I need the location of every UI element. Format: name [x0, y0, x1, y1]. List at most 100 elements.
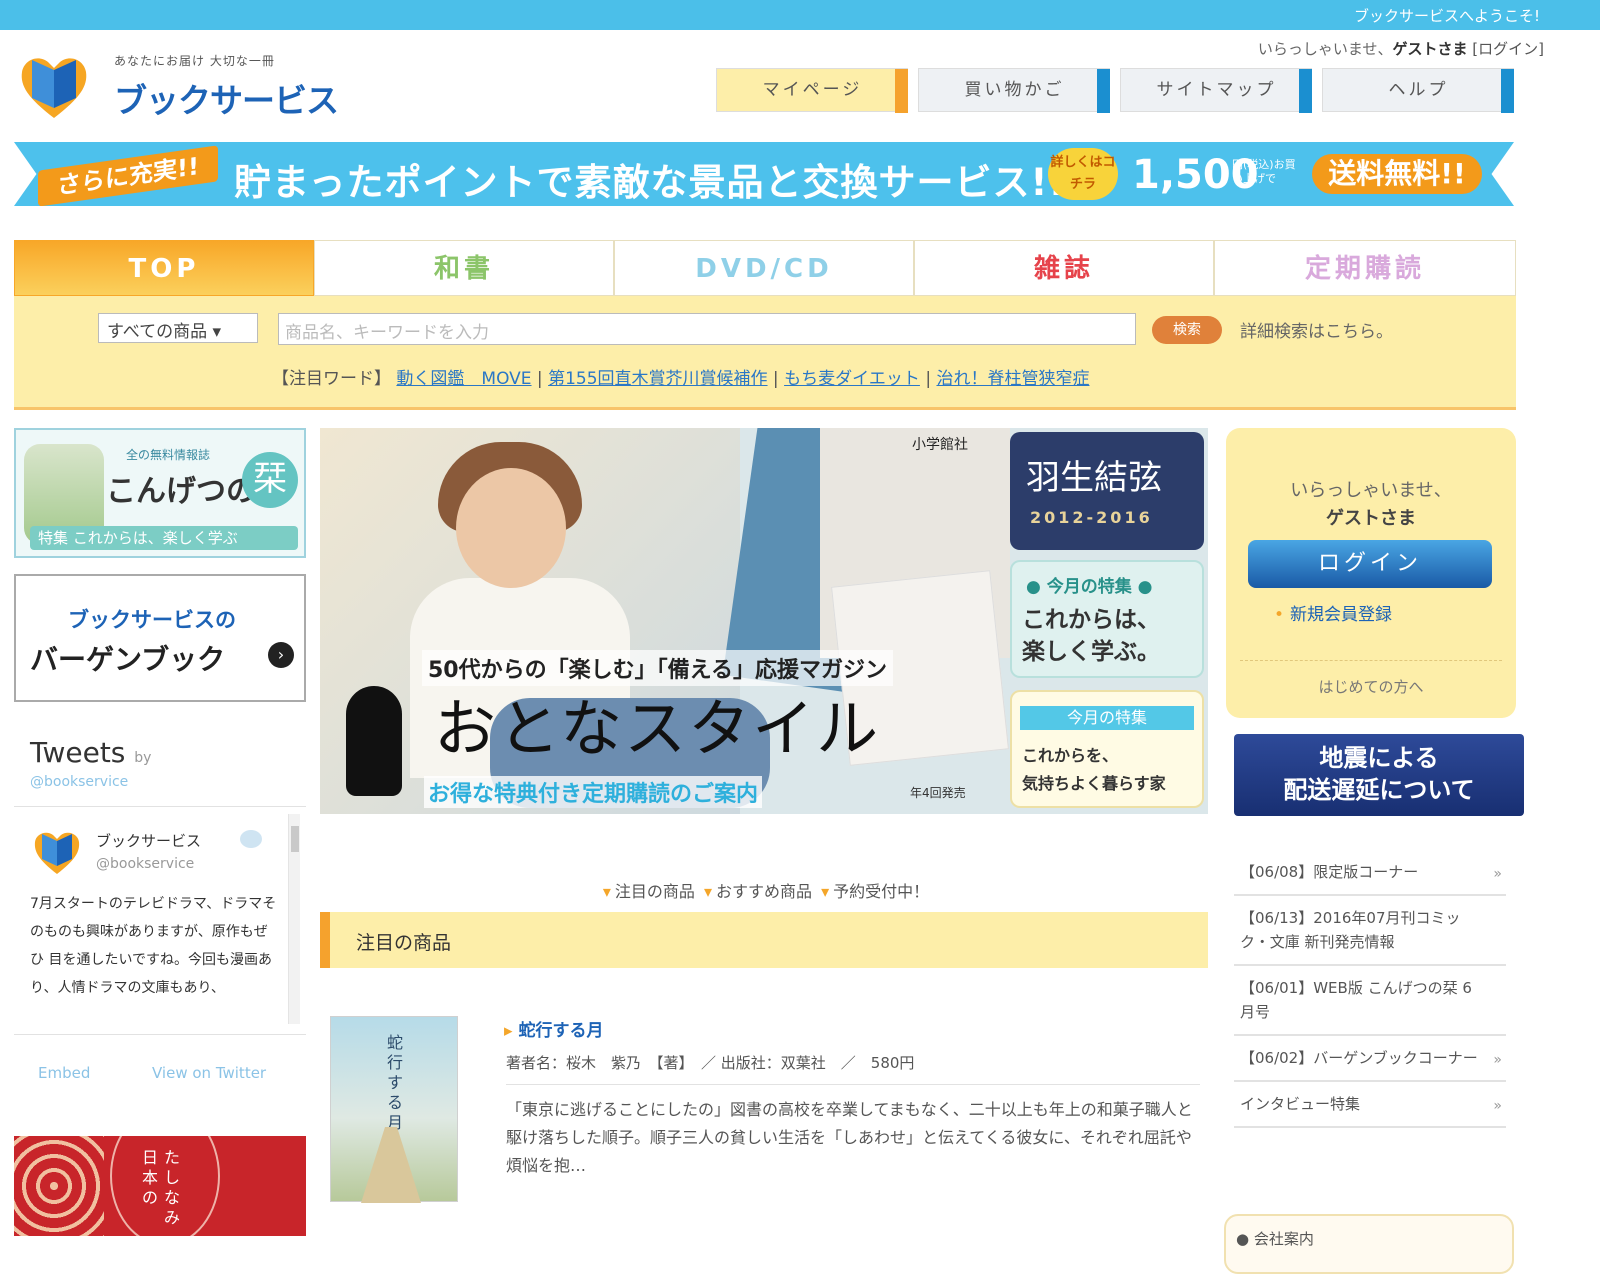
feature-panel[interactable]: ● 今月の特集 ● これからは、 楽しく学ぶ。: [1010, 560, 1204, 678]
news-item[interactable]: 【06/13】2016年07月刊コミック・文庫 新刊発売情報: [1234, 896, 1506, 966]
avatar: [34, 832, 80, 874]
feature-panel-2[interactable]: 今月の特集 これからを、 気持ちよく暮らす家: [1010, 690, 1204, 808]
panel-line2: 気持ちよく暮らす家: [1022, 774, 1166, 793]
cover-title: 蛇行する月: [387, 1033, 404, 1132]
nav-help[interactable]: ヘルプ: [1322, 68, 1514, 113]
banner-badge: 詳しくはコチラ: [1048, 148, 1118, 200]
hanyu-panel[interactable]: 羽生結弦 2012-2016: [1010, 432, 1204, 550]
banner-left: さらに充実!!: [38, 145, 218, 206]
bargain-line2: バーゲンブック: [30, 643, 226, 676]
tab-dvd-cd[interactable]: DVD/CD: [614, 240, 914, 296]
japan-culture-banner[interactable]: 日本の たしなみ: [14, 1136, 306, 1236]
hot-word-link[interactable]: 治れ！脊柱管狭窄症: [936, 369, 1089, 389]
company-label: ● 会社案内: [1236, 1230, 1314, 1248]
points-banner[interactable]: さらに充実!! 貯まったポイントで素敵な景品と交換サービス!! 詳しくはコチラ …: [14, 142, 1514, 206]
register-link[interactable]: • 新規会員登録: [1274, 600, 1392, 625]
banner-free-shipping: 送料無料!!: [1312, 154, 1482, 194]
red-banner-text1: 日本の: [142, 1148, 159, 1207]
tweets-embed-link[interactable]: Embed: [38, 1064, 90, 1082]
company-info-box[interactable]: ● 会社案内: [1224, 1214, 1514, 1274]
subnav-link[interactable]: 注目の商品: [615, 882, 695, 901]
nav-accent: [895, 69, 908, 113]
konpan-name: こんげつの: [106, 474, 256, 509]
bullet-icon: ▾: [821, 882, 830, 901]
news-text: 【06/01】WEB版 こんげつの栞 6月号: [1240, 979, 1472, 1021]
panel-years: 2012-2016: [1030, 508, 1153, 527]
logo-tagline: あなたにお届け 大切な一冊: [114, 54, 275, 68]
login-button[interactable]: ログイン: [1248, 540, 1492, 588]
nav-accent: [1097, 69, 1110, 113]
search-button[interactable]: 検索: [1152, 316, 1222, 344]
view-on-twitter-link[interactable]: View on Twitter: [152, 1064, 266, 1082]
tweet-text: 7月スタートのテレビドラマ、ドラマそのものも興味がありますが、原作もぜひ 目を通…: [30, 896, 277, 996]
banner-main: 貯まったポイントで素敵な景品と交換サービス!!: [234, 161, 1067, 204]
konpan-banner[interactable]: 全の無料情報誌 こんげつの 栞 特集 これからは、楽しく学ぶ: [14, 428, 306, 558]
hot-word-link[interactable]: もち麦ダイエット: [784, 369, 920, 389]
arrow-right-icon: ›: [268, 642, 294, 668]
news-item[interactable]: インタビュー特集 »: [1234, 1082, 1506, 1128]
twitter-widget: Tweets by @bookservice ブックサービス @bookserv…: [14, 718, 306, 1098]
hero-publisher: 小学館社: [912, 437, 968, 453]
ornament-pattern: [14, 1136, 104, 1236]
tab-top[interactable]: TOP: [14, 240, 314, 296]
subnav-link[interactable]: おすすめ商品: [716, 882, 812, 901]
hot-word-link[interactable]: 第155回直木賞芥川賞候補作: [548, 369, 767, 389]
banner-price-note: 円(税込)お買い上げで: [1232, 158, 1296, 185]
search-input[interactable]: 商品名、キーワードを入力: [278, 313, 1136, 345]
hero-cta-small: 年4回発売: [910, 786, 966, 800]
hero-banner[interactable]: 小学館社 50代からの「楽しむ」「備える」応援マガジン おとなスタイル お得な特…: [320, 428, 1208, 814]
logo-name: ブックサービス: [114, 81, 339, 120]
tweets-handle-link[interactable]: @bookservice: [30, 774, 128, 790]
news-item[interactable]: 【06/08】限定版コーナー »: [1234, 850, 1506, 896]
hot-words-label: 【注目ワード】: [272, 369, 391, 389]
nav-sitemap[interactable]: サイトマップ: [1120, 68, 1312, 113]
news-text: 【06/13】2016年07月刊コミック・文庫 新刊発売情報: [1240, 909, 1461, 951]
welcome-text: ブックサービスへようこそ!: [1353, 7, 1540, 25]
double-chevron-icon: »: [1493, 1052, 1502, 1068]
news-text: 【06/08】限定版コーナー: [1240, 863, 1419, 881]
earthquake-notice-banner[interactable]: 地震による 配送遅延について: [1234, 734, 1524, 816]
advanced-search-link[interactable]: 詳細検索はこちら。: [1240, 317, 1393, 342]
tweet-user-handle[interactable]: @bookservice: [96, 856, 194, 872]
red-banner-text2: たしなみ: [164, 1148, 181, 1227]
top-bar: ブックサービスへようこそ!: [0, 0, 1600, 30]
subnav-link[interactable]: 予約受付中！: [833, 882, 929, 901]
product-cover[interactable]: 蛇行する月: [330, 1016, 458, 1203]
panel-name: 羽生結弦: [1026, 458, 1162, 498]
panel-heading: 今月の特集: [1020, 706, 1194, 730]
twitter-bird-icon: [240, 830, 262, 848]
nav-accent: [1299, 69, 1312, 113]
bargain-book-banner[interactable]: ブックサービスの バーゲンブック ›: [14, 574, 306, 702]
news-text: インタビュー特集: [1240, 1095, 1361, 1113]
tweets-by: by: [134, 750, 152, 766]
panel-heading: ● 今月の特集 ●: [1026, 577, 1153, 597]
tab-magazines[interactable]: 雑誌: [914, 240, 1214, 296]
first-time-link[interactable]: はじめての方へ: [1226, 676, 1516, 697]
product-subnav: ▾ 注目の商品 ▾ おすすめ商品 ▾ 予約受付中！: [320, 878, 1208, 902]
product-title-link[interactable]: ▸ 蛇行する月: [504, 1016, 604, 1041]
panel-line1: これからは、: [1022, 607, 1160, 633]
site-logo[interactable]: あなたにお届け 大切な一冊 ブックサービス: [18, 46, 339, 126]
login-greeting: いらっしゃいませ、: [1290, 480, 1452, 501]
nav-help-label: ヘルプ: [1388, 80, 1449, 100]
product-title: 蛇行する月: [518, 1021, 604, 1041]
tab-subscription[interactable]: 定期購読: [1214, 240, 1516, 296]
category-select[interactable]: すべての商品 ▾: [98, 313, 258, 343]
nav-cart[interactable]: 買い物かご: [918, 68, 1110, 113]
header-login-link[interactable]: [ログイン]: [1472, 40, 1544, 58]
news-item[interactable]: 【06/02】バーゲンブックコーナー »: [1234, 1036, 1506, 1082]
tweet-user-name[interactable]: ブックサービス: [96, 830, 201, 851]
bullet-icon: ▾: [703, 882, 712, 901]
tweet-scrollbar[interactable]: [288, 814, 300, 1024]
hero-model-face: [456, 468, 566, 588]
news-list: 【06/08】限定版コーナー » 【06/13】2016年07月刊コミック・文庫 …: [1234, 850, 1506, 1128]
hero-title: おとなスタイル: [434, 692, 881, 765]
divider: [1240, 660, 1502, 661]
hot-word-link[interactable]: 動く図鑑 MOVE: [396, 369, 531, 389]
nav-mypage[interactable]: マイページ: [716, 68, 908, 113]
news-text: 【06/02】バーゲンブックコーナー: [1240, 1049, 1478, 1067]
tab-books[interactable]: 和書: [314, 240, 614, 296]
scrollbar-thumb[interactable]: [291, 826, 299, 852]
news-item[interactable]: 【06/01】WEB版 こんげつの栞 6月号: [1234, 966, 1506, 1036]
header-nav: マイページ 買い物かご サイトマップ ヘルプ: [716, 68, 1516, 113]
